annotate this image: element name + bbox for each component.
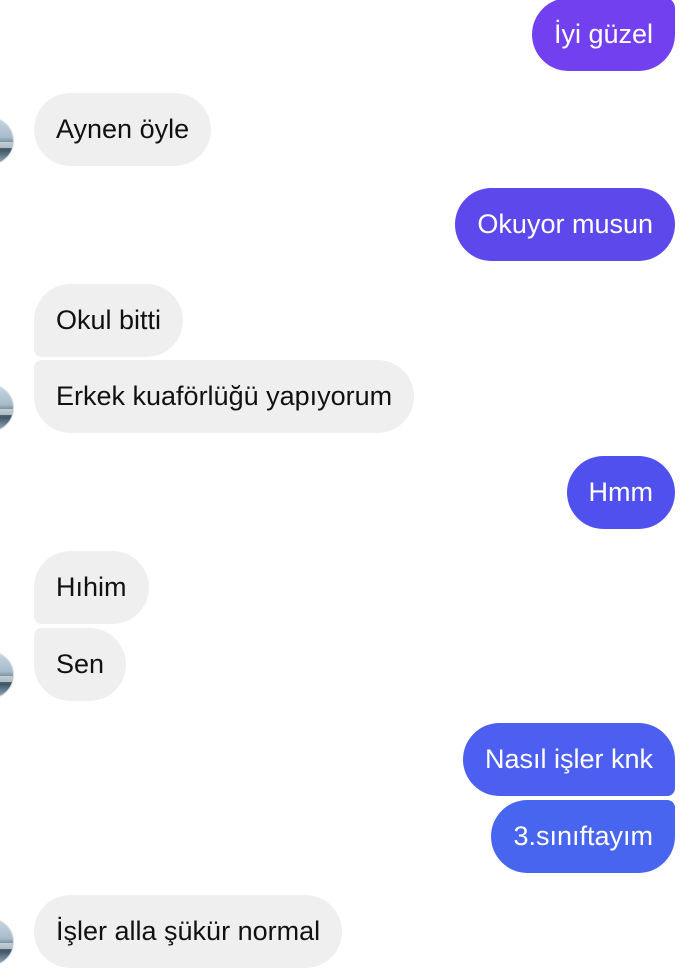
message-bubble-outgoing[interactable]: 3.sınıftayım [491, 800, 675, 873]
message-bubble-incoming[interactable]: Erkek kuaförlüğü yapıyorum [34, 360, 415, 433]
message-bubble-incoming[interactable]: Sen [34, 628, 127, 701]
contact-avatar-icon[interactable] [0, 384, 14, 432]
contact-avatar-icon[interactable] [0, 651, 14, 699]
message-bubble-outgoing[interactable]: İyi güzel [531, 0, 675, 71]
contact-avatar-icon[interactable] [0, 117, 14, 165]
message-bubble-incoming[interactable]: Hıhim [34, 551, 149, 624]
chat-thread: İyi güzel Aynen öyle Okuyor musun Okul b… [0, 0, 690, 977]
message-bubble-outgoing[interactable]: Nasıl işler knk [462, 723, 675, 796]
message-bubble-incoming[interactable]: Okul bitti [34, 284, 184, 357]
message-bubble-incoming[interactable]: İşler alla şükür normal [34, 895, 343, 968]
message-bubble-outgoing[interactable]: Okuyor musun [455, 188, 675, 261]
message-bubble-outgoing[interactable]: Hmm [566, 456, 675, 529]
contact-avatar-icon[interactable] [0, 918, 14, 966]
message-bubble-incoming[interactable]: Aynen öyle [34, 93, 212, 166]
